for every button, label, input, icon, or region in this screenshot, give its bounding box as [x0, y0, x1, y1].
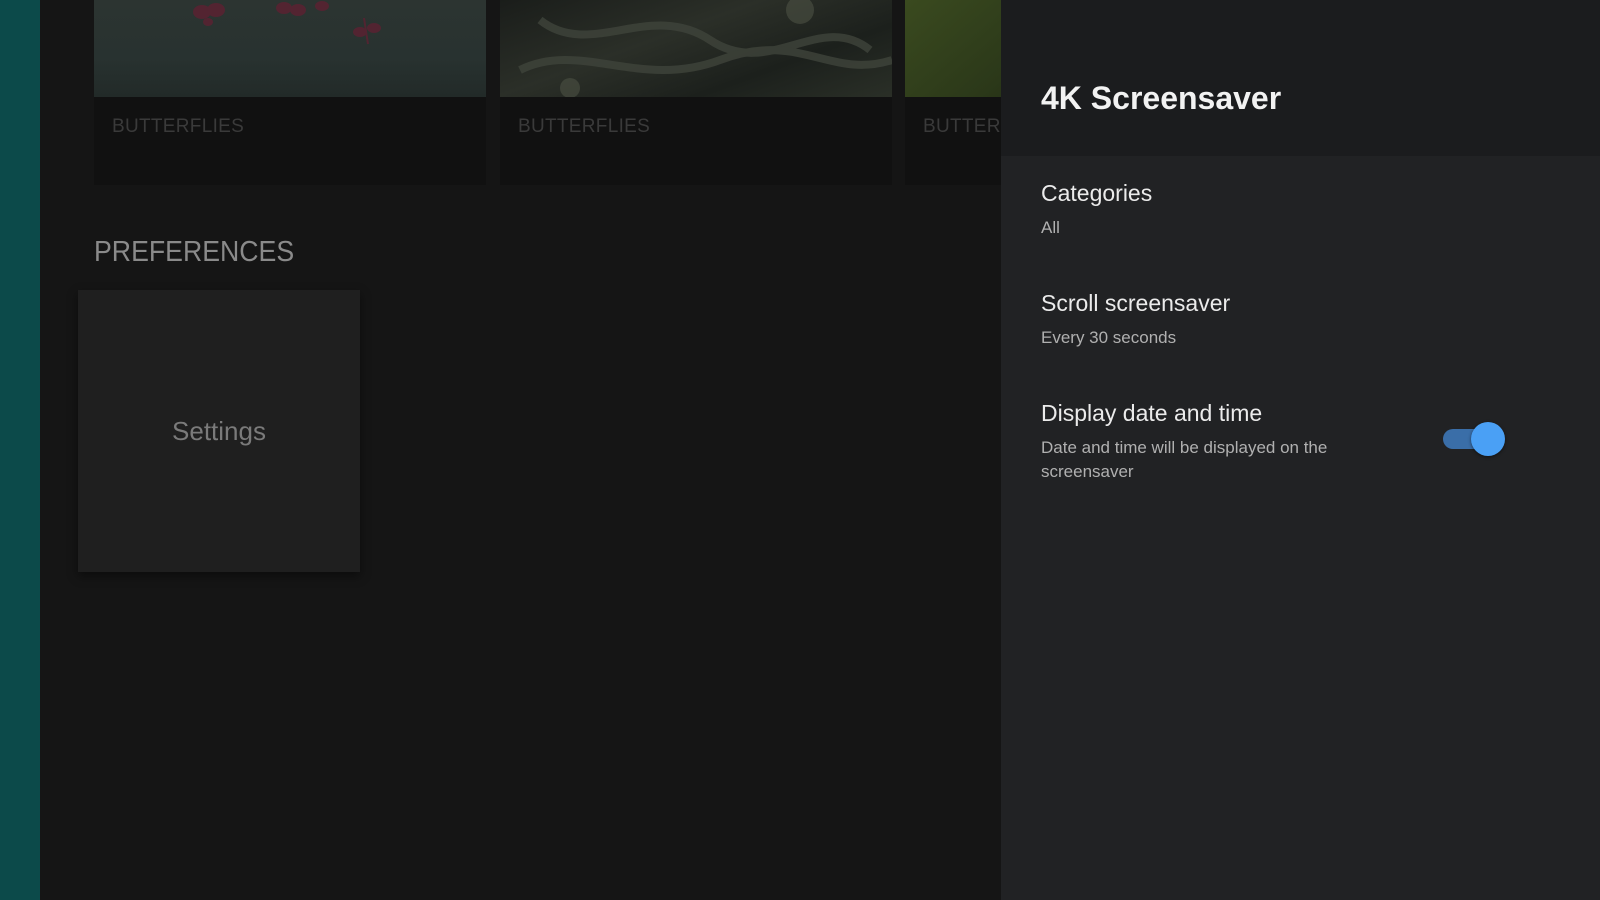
- pref-summary: All: [1041, 218, 1060, 237]
- butterflies-image: [193, 1, 381, 45]
- settings-tile-label: Settings: [172, 415, 266, 446]
- preferences-section-title: PREFERENCES: [94, 236, 295, 268]
- pref-summary: Every 30 seconds: [1041, 328, 1177, 347]
- pref-title: Scroll screensaver: [1041, 290, 1231, 316]
- pref-title: Categories: [1041, 180, 1153, 206]
- pref-categories[interactable]: Categories All: [1001, 180, 1600, 250]
- browse-background: BUTTERFLIES BUTTERFLIES BUTTERF: [40, 0, 1001, 900]
- card-caption: BUTTERFLIES: [518, 116, 651, 137]
- category-card[interactable]: BUTTERFLIES: [905, 0, 1001, 185]
- card-thumbnail: [94, 0, 486, 97]
- card-thumbnail: [905, 0, 1001, 97]
- pref-scroll-screensaver[interactable]: Scroll screensaver Every 30 seconds: [1001, 290, 1600, 360]
- side-accent-strip: [0, 0, 40, 900]
- panel-header: 4K Screensaver: [1001, 0, 1600, 156]
- category-card[interactable]: BUTTERFLIES: [94, 0, 486, 185]
- category-card[interactable]: BUTTERFLIES: [500, 0, 892, 185]
- pref-title: Display date and time: [1041, 400, 1263, 426]
- card-caption: BUTTERFLIES: [923, 116, 1001, 137]
- settings-tile[interactable]: Settings: [78, 290, 360, 572]
- pref-summary: Date and time will be displayed on the s…: [1041, 438, 1328, 481]
- date-time-toggle-switch[interactable]: [1443, 420, 1507, 456]
- panel-title: 4K Screensaver: [1041, 80, 1282, 116]
- toggle-thumb: [1471, 422, 1505, 456]
- card-caption: BUTTERFLIES: [112, 116, 245, 137]
- preferences-panel: 4K Screensaver Categories All Scroll scr…: [1001, 0, 1600, 900]
- pref-display-date-time[interactable]: Display date and time Date and time will…: [1001, 400, 1600, 490]
- card-thumbnail: [500, 0, 892, 97]
- app-screen: BUTTERFLIES BUTTERFLIES BUTTERF: [0, 0, 1600, 900]
- reptile-image: [518, 0, 892, 97]
